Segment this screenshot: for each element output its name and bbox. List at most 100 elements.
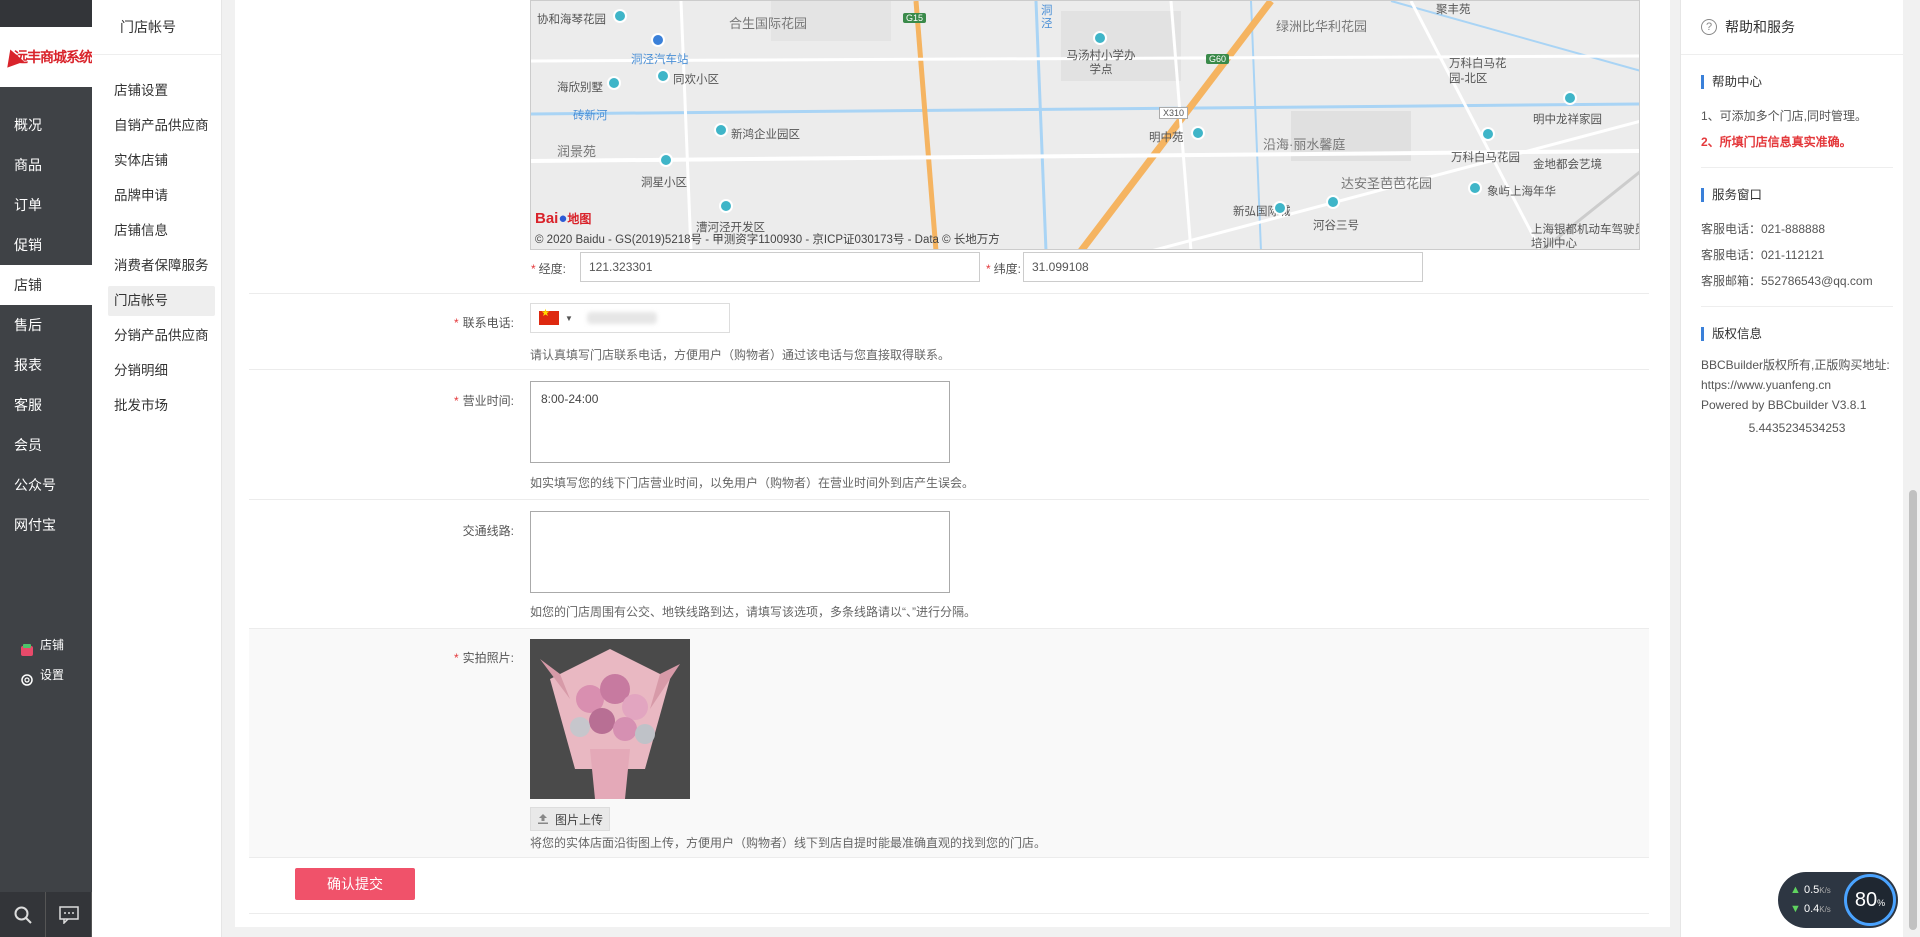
map-roads	[531, 1, 1639, 249]
baidu-logo-suffix: 地图	[567, 212, 592, 226]
submenu-item-brand-application[interactable]: 品牌申请	[108, 181, 215, 211]
map-label: 洞泾汽车站	[631, 54, 689, 66]
logo-text: 远丰商城系统	[14, 49, 93, 65]
submenu-item-consumer-protection[interactable]: 消费者保障服务	[108, 251, 215, 281]
longitude-field[interactable]: 121.323301	[580, 252, 980, 282]
chevron-down-icon[interactable]: ▼	[565, 314, 573, 323]
submenu-item-distribution-detail[interactable]: 分销明细	[108, 356, 215, 386]
submenu-item-store-info[interactable]: 店铺信息	[108, 216, 215, 246]
nav-item-goods[interactable]: 商品	[0, 145, 92, 185]
baidu-map-logo: Bai●地图	[535, 210, 591, 227]
phone-label: * 联系电话:	[453, 316, 514, 330]
upload-button-label: 图片上传	[554, 812, 603, 827]
question-icon: ?	[1701, 19, 1717, 35]
nav-item-reports[interactable]: 报表	[0, 345, 92, 385]
map-pin-icon	[1273, 201, 1287, 215]
map-label: 万科白马花园-北区	[1449, 58, 1507, 85]
map-label: 马汤村小学办学点	[1066, 50, 1136, 76]
photo-hint: 将您的实体店面沿街图上传，方便用户（购物者）线下到店自提时能最准确直观的找到您的…	[530, 836, 1047, 850]
arrow-up-icon: ▲	[1790, 884, 1801, 896]
map-label: 洞泾	[1041, 5, 1053, 30]
nav-bottom-settings[interactable]: 设置	[0, 660, 92, 690]
map-label: 万科白马花园	[1451, 152, 1520, 164]
service-email: 客服邮箱：552786543@qq.com	[1701, 274, 1873, 288]
service-section: 服务窗口 客服电话：021-888888 客服电话：021-112121 客服邮…	[1681, 188, 1903, 307]
powered-by: Powered by BBCbuilder V3.8.1	[1701, 398, 1867, 412]
map-pin-icon	[714, 123, 728, 137]
phone-number-masked	[586, 312, 657, 324]
network-speed-widget[interactable]: ▲ 0.5K/s ▼ 0.4K/s 80%	[1778, 872, 1898, 928]
store-photo[interactable]	[530, 639, 690, 799]
nav-bottom-settings-label: 设置	[40, 668, 65, 682]
main-content: 协和海琴花园 合生国际花园 洞泾汽车站 海欣别墅 同欢小区 砖新河 新鸿企业园区…	[235, 0, 1670, 927]
map-label: 洞星小区	[641, 177, 687, 189]
nav-bottom-store[interactable]: 店铺	[0, 630, 92, 660]
map-label: 聚丰苑	[1436, 4, 1471, 16]
usage-gauge: 80%	[1844, 874, 1896, 926]
logo-icon	[2, 47, 12, 67]
nav-item-orders[interactable]: 订单	[0, 185, 92, 225]
map-label: 海欣别墅	[557, 82, 603, 94]
latitude-label: * 纬度:	[986, 262, 1022, 276]
map-pin-icon	[607, 76, 621, 90]
road-badge: X310	[1159, 107, 1189, 119]
traffic-textarea[interactable]	[530, 511, 950, 593]
nav-item-promotion[interactable]: 促销	[0, 225, 92, 265]
submenu-item-distribution-supplier[interactable]: 分销产品供应商	[108, 321, 215, 351]
store-location-map[interactable]: 协和海琴花园 合生国际花园 洞泾汽车站 海欣别墅 同欢小区 砖新河 新鸿企业园区…	[530, 0, 1640, 250]
phone-input[interactable]: ▼	[530, 303, 730, 333]
china-flag-icon[interactable]	[539, 308, 559, 325]
map-pin-icon	[1563, 91, 1577, 105]
map-label: 达安圣芭芭花园	[1341, 176, 1433, 191]
confirm-submit-button[interactable]: 确认提交	[295, 868, 415, 900]
submenu-item-wholesale-market[interactable]: 批发市场	[108, 391, 215, 421]
traffic-hint: 如您的门店周围有公交、地铁线路到达，请填写该选项，多条线路请以“、”进行分隔。	[530, 605, 976, 619]
submenu-item-self-supplier[interactable]: 自销产品供应商	[108, 111, 215, 141]
longitude-label: * 经度:	[531, 262, 567, 276]
help-line-warning: 2、所填门店信息真实准确。	[1701, 135, 1852, 149]
submenu-item-physical-store[interactable]: 实体店铺	[108, 146, 215, 176]
map-label: 明中苑	[1149, 132, 1184, 144]
map-copyright: © 2020 Baidu - GS(2019)5218号 - 甲测资字11009…	[535, 234, 1000, 246]
nav-item-members[interactable]: 会员	[0, 425, 92, 465]
search-icon[interactable]	[0, 892, 46, 937]
store-submenu: 门店帐号 店铺设置 自销产品供应商 实体店铺 品牌申请 店铺信息 消费者保障服务…	[92, 0, 222, 937]
service-phone-2: 客服电话：021-112121	[1701, 248, 1825, 262]
message-icon[interactable]	[46, 892, 92, 937]
hours-hint: 如实填写您的线下门店营业时间，以免用户（购物者）在营业时间外到店产生误会。	[530, 476, 975, 490]
latitude-field[interactable]: 31.099108	[1023, 252, 1423, 282]
nav-item-customer-service[interactable]: 客服	[0, 385, 92, 425]
map-pin-icon	[659, 153, 673, 167]
nav-item-wangfubao[interactable]: 网付宝	[0, 505, 92, 545]
divider	[1701, 167, 1893, 168]
logo[interactable]: 远丰商城系统	[0, 27, 93, 87]
map-pin-icon	[1468, 181, 1482, 195]
map-pin-icon	[1481, 127, 1495, 141]
map-label: 明中龙祥家园	[1533, 114, 1602, 126]
map-label: 润景苑	[557, 144, 597, 159]
upload-image-button[interactable]: 图片上传	[530, 807, 610, 831]
help-line: 1、可添加多个门店,同时管理。	[1701, 109, 1868, 123]
nav-item-overview[interactable]: 概况	[0, 105, 92, 145]
nav-item-official-account[interactable]: 公众号	[0, 465, 92, 505]
submenu-item-store-settings[interactable]: 店铺设置	[108, 76, 215, 106]
hours-textarea[interactable]: 8:00-24:00	[530, 381, 950, 463]
scrollbar-thumb[interactable]	[1909, 490, 1917, 930]
map-label: 沿海·丽水馨庭	[1263, 137, 1346, 152]
net-rates: ▲ 0.5K/s ▼ 0.4K/s	[1790, 881, 1831, 919]
map-pin-icon	[1191, 126, 1205, 140]
store-icon	[20, 638, 34, 656]
service-title: 服务窗口	[1701, 188, 1893, 202]
submenu-item-store-account[interactable]: 门店帐号	[108, 286, 215, 316]
divider	[1701, 306, 1893, 307]
hours-row: * 营业时间: 8:00-24:00 如实填写您的线下门店营业时间，以免用户（购物…	[249, 370, 1649, 500]
nav-item-store[interactable]: 店铺	[0, 265, 92, 305]
map-pin-icon	[1326, 195, 1340, 209]
service-phone-1: 客服电话：021-888888	[1701, 222, 1826, 236]
main-nav-list: 概况 商品 订单 促销 店铺 售后 报表 客服 会员 公众号 网付宝	[0, 105, 92, 545]
nav-item-aftersales[interactable]: 售后	[0, 305, 92, 345]
copyright-url[interactable]: https://www.yuanfeng.cn	[1701, 375, 1893, 395]
traffic-row: 交通线路: 如您的门店周围有公交、地铁线路到达，请填写该选项，多条线路请以“、”…	[249, 500, 1649, 629]
map-label: 新鸿企业园区	[731, 129, 800, 141]
map-label: 协和海琴花园	[537, 14, 606, 26]
